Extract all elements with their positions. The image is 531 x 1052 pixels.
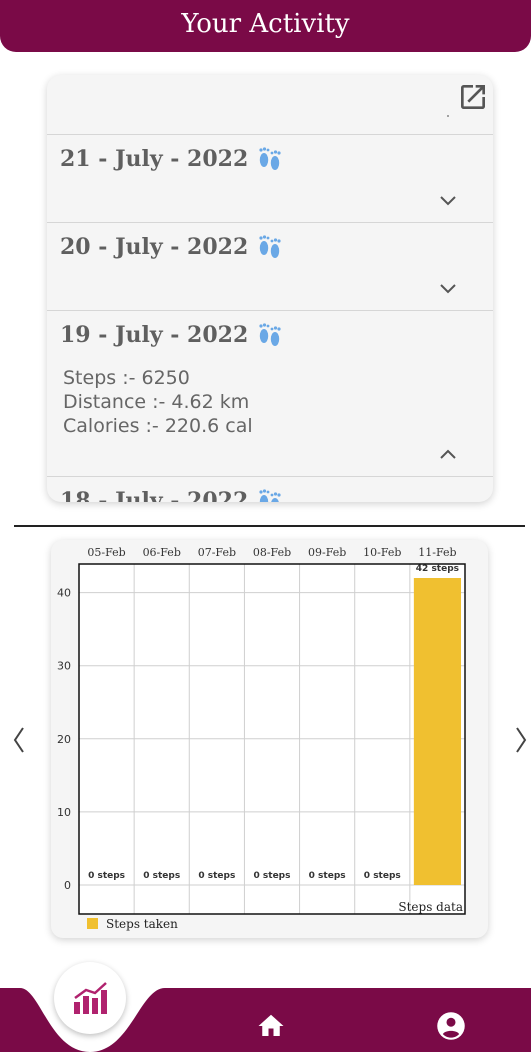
day-date: 21 - July - 2022 xyxy=(60,145,284,173)
calories-value: Calories :- 220.6 cal xyxy=(63,415,253,437)
day-date-label: 21 - July - 2022 xyxy=(60,146,249,172)
chevron-down-icon[interactable] xyxy=(439,283,457,295)
x-tick-label: 08-Feb xyxy=(253,546,291,559)
steps-value: Steps :- 6250 xyxy=(63,367,190,389)
decor-dot xyxy=(447,115,449,117)
day-item[interactable]: 20 - July - 2022 xyxy=(47,223,493,311)
data-label: 0 steps xyxy=(309,871,346,881)
x-tick-label: 11-Feb xyxy=(418,546,456,559)
chevron-up-icon[interactable] xyxy=(439,448,457,460)
activity-tab-button[interactable] xyxy=(54,962,126,1034)
steps-chart-card: 0 10 20 30 40 0 steps 05-Feb 0 steps 06-Feb 0 ste… xyxy=(51,540,488,938)
data-label: 0 steps xyxy=(364,871,401,881)
distance-value: Distance :- 4.62 km xyxy=(63,391,250,413)
footprints-icon xyxy=(259,489,281,502)
chart-annotation: Steps data xyxy=(398,900,463,914)
bar xyxy=(413,578,461,885)
steps-bar-chart: 0 10 20 30 40 0 steps 05-Feb 0 steps 06-Feb 0 ste… xyxy=(57,546,466,931)
section-divider xyxy=(14,525,525,527)
data-label: 0 steps xyxy=(254,871,291,881)
x-tick-label: 09-Feb xyxy=(308,546,346,559)
day-date-label: 19 - July - 2022 xyxy=(60,322,249,348)
app-header: Your Activity xyxy=(0,0,531,52)
day-date: 20 - July - 2022 xyxy=(60,233,284,261)
card-toolbar xyxy=(47,75,493,135)
day-date-label: 18 - July - 2022 xyxy=(60,488,249,502)
x-tick-label: 07-Feb xyxy=(198,546,236,559)
page-title: Your Activity xyxy=(181,9,350,39)
y-tick-label: 40 xyxy=(57,587,71,600)
x-tick-label: 10-Feb xyxy=(363,546,401,559)
data-label: 0 steps xyxy=(88,871,125,881)
y-tick-label: 20 xyxy=(57,733,71,746)
day-item[interactable]: 21 - July - 2022 xyxy=(47,135,493,223)
data-label: 42 steps xyxy=(416,564,459,574)
y-tick-label: 10 xyxy=(57,806,71,819)
day-item[interactable]: 18 - July - 2022 xyxy=(47,477,493,502)
activity-list-card[interactable]: 21 - July - 2022 20 - July - 2022 19 - J… xyxy=(47,75,493,502)
day-details: Steps :- 6250 Distance :- 4.62 km Calori… xyxy=(63,366,253,438)
footprints-icon xyxy=(259,323,281,346)
x-tick-label: 06-Feb xyxy=(143,546,181,559)
bar-chart-icon xyxy=(74,982,107,1014)
chevron-down-icon[interactable] xyxy=(439,195,457,207)
legend-label: Steps taken xyxy=(106,917,178,931)
day-item-expanded[interactable]: 19 - July - 2022 Steps :- 6250 Distance … xyxy=(47,311,493,477)
home-icon[interactable] xyxy=(256,1011,286,1041)
y-tick-label: 0 xyxy=(64,879,71,892)
data-label: 0 steps xyxy=(198,871,235,881)
account-circle-icon[interactable] xyxy=(436,1011,466,1041)
y-tick-label: 30 xyxy=(57,660,71,673)
footprints-icon xyxy=(259,235,281,258)
open-in-new-icon[interactable] xyxy=(457,81,489,113)
footprints-icon xyxy=(259,147,281,170)
chevron-left-icon[interactable] xyxy=(11,724,27,756)
x-tick-label: 05-Feb xyxy=(87,546,125,559)
day-date-label: 20 - July - 2022 xyxy=(60,234,249,260)
data-label: 0 steps xyxy=(143,871,180,881)
chevron-right-icon[interactable] xyxy=(513,724,529,756)
legend-swatch xyxy=(87,918,98,929)
day-date: 18 - July - 2022 xyxy=(60,487,284,502)
day-date: 19 - July - 2022 xyxy=(60,321,284,349)
